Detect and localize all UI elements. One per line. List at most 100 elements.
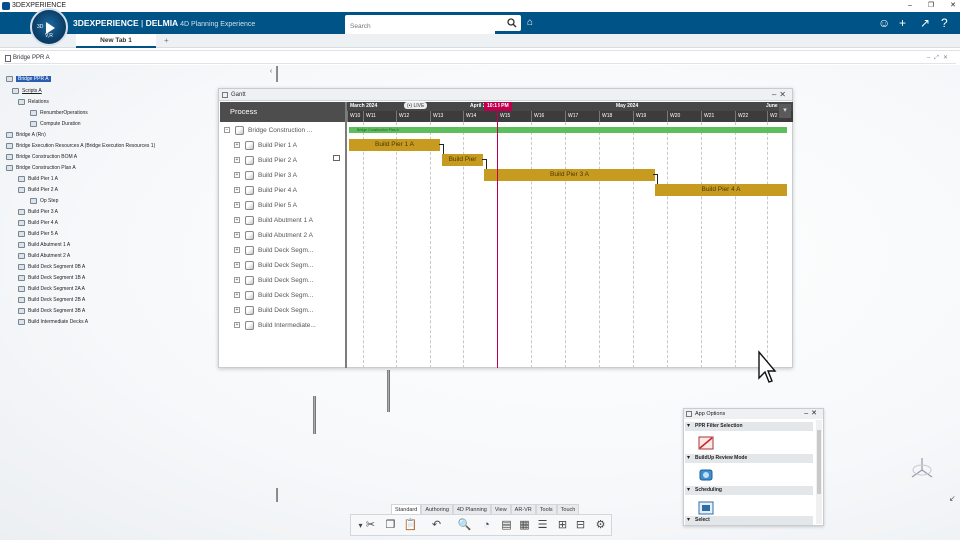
timeline-icon[interactable]: ⊟ [573, 518, 588, 533]
tree-item[interactable]: Build Abutment 2 A [18, 251, 70, 261]
tag-icon[interactable]: ⌂ [527, 17, 533, 28]
tree-item[interactable]: Op Step [30, 196, 58, 206]
gantt-bar[interactable]: Build Pier 4 A [655, 184, 787, 196]
expand-icon[interactable]: + [234, 172, 240, 179]
tree-item[interactable]: RenumberOperations [30, 108, 88, 118]
collapse-icon[interactable]: − [224, 127, 230, 134]
gantt-bar-summary[interactable]: Bridge Construction Plan A [349, 127, 787, 133]
calendar-icon[interactable] [333, 155, 340, 161]
gantt-bar[interactable]: Build Pier 1 A [349, 139, 440, 151]
tree-item[interactable]: Build Pier 2 A [18, 185, 58, 195]
expand-icon[interactable]: + [234, 277, 240, 284]
minimize-button[interactable]: – [908, 2, 912, 9]
tree-item[interactable]: Build Pier 4 A [18, 218, 58, 228]
app-options-titlebar[interactable]: App Options –✕ [684, 409, 823, 419]
tree-item[interactable]: Build Deck Segment 2B A [18, 295, 85, 305]
settings-icon[interactable]: ⚙ [593, 518, 608, 533]
cut-icon[interactable]: ✂ [363, 518, 378, 533]
ppr-filter-icon[interactable] [698, 436, 714, 450]
process-row[interactable]: + Build Pier 3 A [220, 168, 297, 183]
pier-model[interactable] [387, 370, 390, 412]
process-row[interactable]: + Build Deck Segm... [220, 258, 313, 273]
tree-item[interactable]: Scripts A [12, 86, 42, 96]
gantt-bar[interactable]: Build Pier 3 A [484, 169, 655, 181]
search-box[interactable] [345, 15, 521, 35]
tree-item[interactable]: Relations [18, 97, 49, 107]
buildup-review-icon[interactable] [698, 468, 714, 482]
list-icon[interactable]: ☰ [535, 518, 550, 533]
tree-item[interactable]: Build Abutment 1 A [18, 240, 70, 250]
expand-icon[interactable]: + [234, 202, 240, 209]
expand-icon[interactable]: + [234, 322, 240, 329]
tree-item[interactable]: Compute Duration [30, 119, 81, 129]
process-row[interactable]: − Bridge Construction ... [220, 123, 312, 138]
time-icon[interactable]: ◔ [479, 518, 494, 533]
expand-icon[interactable]: + [234, 217, 240, 224]
expand-icon[interactable]: + [234, 292, 240, 299]
search-icon[interactable]: 🔍 [457, 518, 472, 533]
pan-icon[interactable]: ↙ [949, 494, 956, 503]
paste-icon[interactable]: 📋 [403, 518, 418, 533]
chevron-down-icon[interactable]: ▾ [779, 104, 791, 118]
pier-model[interactable] [276, 66, 278, 82]
expand-icon[interactable]: + [234, 187, 240, 194]
expand-icon[interactable]: + [234, 307, 240, 314]
search-input[interactable] [345, 18, 495, 35]
section-select[interactable]: Select [685, 516, 813, 525]
tree-item[interactable]: Bridge Execution Resources A (Bridge Exe… [6, 141, 155, 151]
share-icon[interactable]: ↗ [920, 15, 930, 31]
tree-item[interactable]: Build Intermediate Decks A [18, 317, 88, 327]
table-icon[interactable]: ▤ [499, 518, 514, 533]
orientation-gizmo-icon[interactable] [909, 456, 935, 480]
section-ppr-filter[interactable]: PPR Filter Selection [685, 422, 813, 431]
process-row[interactable]: + Build Deck Segm... [220, 303, 313, 318]
app-options-scrollbar[interactable] [816, 420, 822, 524]
expand-icon[interactable]: + [234, 157, 240, 164]
help-icon[interactable]: ? [941, 15, 948, 31]
process-row[interactable]: + Build Intermediate... [220, 318, 316, 333]
tree-item[interactable]: Build Pier 1 A [18, 174, 58, 184]
tree-item[interactable]: Build Pier 3 A [18, 207, 58, 217]
process-row[interactable]: + Build Deck Segm... [220, 288, 313, 303]
compass-button[interactable]: 3D V,R [30, 8, 68, 46]
pier-model[interactable] [276, 488, 278, 502]
tab-new-tab-1[interactable]: New Tab 1 [76, 34, 156, 48]
process-row[interactable]: + Build Deck Segm... [220, 273, 313, 288]
section-scheduling[interactable]: Scheduling [685, 486, 813, 495]
expand-icon[interactable]: + [234, 262, 240, 269]
tree-item[interactable]: Build Pier 5 A [18, 229, 58, 239]
scheduling-icon[interactable] [698, 501, 714, 515]
process-row[interactable]: + Build Pier 5 A [220, 198, 297, 213]
process-row[interactable]: + Build Pier 2 A [220, 153, 297, 168]
expand-icon[interactable]: + [234, 232, 240, 239]
gantt-titlebar[interactable]: Gantt –✕ [219, 89, 792, 101]
tree-item[interactable]: Build Deck Segment 0B A [18, 262, 85, 272]
process-row[interactable]: + Build Pier 1 A [220, 138, 297, 153]
tree-item[interactable]: Build Deck Segment 3B A [18, 306, 85, 316]
close-window-button[interactable]: ✕ [950, 2, 956, 9]
process-row[interactable]: + Build Abutment 2 A [220, 228, 313, 243]
live-toggle[interactable]: (•) LIVE [404, 102, 428, 109]
add-icon[interactable]: + [899, 15, 906, 31]
tree-item[interactable]: Bridge Construction Plan A [6, 163, 76, 173]
copy-icon[interactable]: ❐ [383, 518, 398, 533]
current-time-line[interactable] [497, 102, 498, 368]
network-icon[interactable]: ⊞ [555, 518, 570, 533]
process-row[interactable]: + Build Deck Segm... [220, 243, 313, 258]
pier-model[interactable] [313, 396, 316, 434]
add-tab-button[interactable]: + [164, 34, 169, 48]
document-window-controls[interactable]: –⤢✕ [927, 53, 952, 64]
collapse-tree-button[interactable]: ‹ [266, 67, 276, 76]
app-options-controls[interactable]: –✕ [804, 409, 820, 419]
user-profile-icon[interactable]: ☺ [878, 15, 890, 31]
scrollbar-thumb[interactable] [817, 430, 821, 494]
tree-item[interactable]: Bridge PPR A [6, 74, 51, 84]
process-row[interactable]: + Build Abutment 1 A [220, 213, 313, 228]
tree-item[interactable]: Build Deck Segment 2A A [18, 284, 85, 294]
gantt-icon[interactable]: ▦ [517, 518, 532, 533]
tree-item[interactable]: Bridge A (Rn) [6, 130, 46, 140]
maximize-button[interactable]: ❐ [928, 2, 934, 9]
expand-icon[interactable]: + [234, 142, 240, 149]
undo-icon[interactable]: ↶ [429, 518, 444, 533]
tree-item[interactable]: Bridge Construction BOM A [6, 152, 77, 162]
